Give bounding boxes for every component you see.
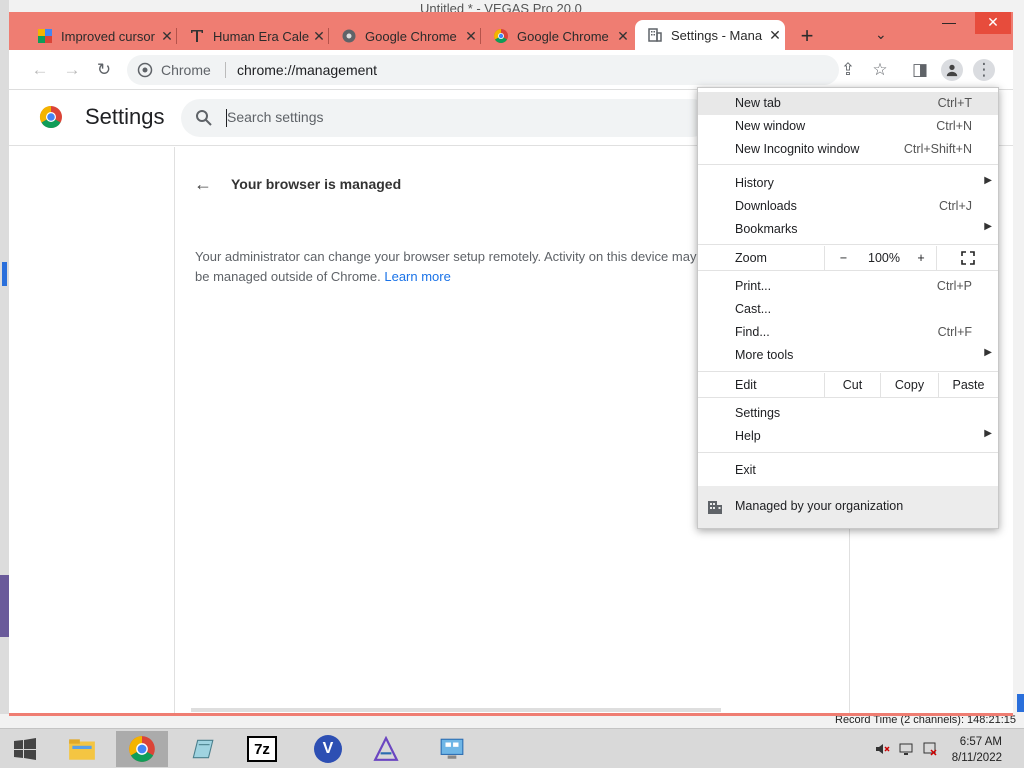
menu-item-more-tools[interactable]: More tools ▶ bbox=[698, 344, 998, 367]
chrome-app-menu: New tab Ctrl+T New window Ctrl+N New Incog… bbox=[697, 87, 999, 529]
managed-heading: Your browser is managed bbox=[231, 176, 402, 192]
submenu-arrow-icon: ▶ bbox=[984, 428, 992, 439]
network-icon[interactable] bbox=[898, 741, 914, 757]
font-app-icon[interactable] bbox=[360, 731, 412, 767]
building-icon bbox=[708, 501, 722, 514]
zoom-row: Zoom − 100% + bbox=[698, 246, 998, 270]
chrome-site-icon bbox=[137, 62, 153, 78]
text-t-icon bbox=[191, 30, 203, 42]
back-arrow-icon[interactable]: ← bbox=[194, 174, 212, 195]
background-window-left-edge bbox=[0, 0, 9, 728]
menu-item-settings[interactable]: Settings bbox=[698, 402, 998, 425]
search-icon bbox=[196, 110, 212, 126]
submenu-arrow-icon: ▶ bbox=[984, 221, 992, 232]
horizontal-scrollbar[interactable] bbox=[191, 708, 721, 712]
zoom-level: 100% bbox=[868, 251, 900, 265]
control-panel-icon[interactable] bbox=[426, 731, 478, 767]
bookmark-star-icon[interactable]: ☆ bbox=[869, 59, 891, 81]
close-icon[interactable]: ✕ bbox=[157, 28, 177, 45]
background-window-right-edge bbox=[1013, 14, 1024, 728]
menu-item-new-tab[interactable]: New tab Ctrl+T bbox=[698, 92, 998, 115]
close-icon[interactable]: ✕ bbox=[765, 27, 785, 44]
edit-label: Edit bbox=[735, 378, 757, 392]
menu-item-bookmarks[interactable]: Bookmarks ▶ bbox=[698, 218, 998, 241]
page-title: Settings bbox=[85, 104, 165, 129]
tab-label: Human Era Cale bbox=[213, 28, 309, 44]
back-icon[interactable]: ← bbox=[29, 59, 51, 81]
close-icon[interactable]: ✕ bbox=[613, 28, 633, 45]
zoom-in-button[interactable]: + bbox=[906, 246, 936, 270]
menu-item-history[interactable]: History ▶ bbox=[698, 172, 998, 195]
tab-label: Google Chrome bbox=[517, 28, 609, 44]
7zip-icon[interactable]: 7z bbox=[236, 731, 288, 767]
volume-muted-icon[interactable] bbox=[874, 741, 890, 757]
file-explorer-icon[interactable] bbox=[56, 731, 108, 767]
minimize-icon bbox=[931, 12, 967, 34]
menu-item-new-incognito-window[interactable]: New Incognito window Ctrl+Shift+N bbox=[698, 138, 998, 161]
paste-button[interactable]: Paste bbox=[938, 373, 998, 397]
submenu-arrow-icon: ▶ bbox=[984, 347, 992, 358]
search-input[interactable]: Search settings bbox=[227, 109, 324, 125]
windows-logo-icon bbox=[14, 738, 36, 760]
tab-label: Improved cursor bbox=[61, 28, 155, 44]
tab-search-chevron-icon[interactable]: ⌄ bbox=[875, 26, 887, 43]
windows-taskbar: 7z V 6:57 AM 8/11/2022 bbox=[0, 728, 1024, 768]
menu-item-help[interactable]: Help ▶ bbox=[698, 425, 998, 448]
side-panel-icon[interactable]: ◨ bbox=[909, 59, 931, 81]
edit-row: Edit Cut Copy Paste bbox=[698, 373, 998, 397]
system-clock[interactable]: 6:57 AM 8/11/2022 bbox=[952, 734, 1002, 766]
search-settings-field[interactable]: Search settings bbox=[181, 99, 711, 137]
menu-item-print[interactable]: Print... Ctrl+P bbox=[698, 275, 998, 298]
menu-item-exit[interactable]: Exit bbox=[698, 459, 998, 482]
share-icon[interactable]: ⇪ bbox=[837, 59, 859, 81]
notepad-icon[interactable] bbox=[176, 731, 228, 767]
start-button[interactable] bbox=[0, 731, 50, 767]
learn-more-link[interactable]: Learn more bbox=[384, 269, 450, 284]
cut-button[interactable]: Cut bbox=[824, 373, 880, 397]
submenu-arrow-icon: ▶ bbox=[984, 175, 992, 186]
tab-settings-management[interactable]: Settings - Mana ✕ bbox=[635, 20, 785, 50]
building-icon bbox=[648, 28, 662, 42]
clock-time: 6:57 AM bbox=[959, 736, 1002, 748]
chrome-icon bbox=[494, 29, 508, 43]
vegas-icon[interactable]: V bbox=[302, 731, 354, 767]
clock-date: 8/11/2022 bbox=[951, 752, 1002, 764]
menu-item-cast[interactable]: Cast... bbox=[698, 298, 998, 321]
menu-item-find[interactable]: Find... Ctrl+F bbox=[698, 321, 998, 344]
menu-item-new-window[interactable]: New window Ctrl+N bbox=[698, 115, 998, 138]
zoom-label: Zoom bbox=[735, 251, 767, 265]
profile-avatar-icon[interactable] bbox=[941, 59, 963, 81]
globe-icon bbox=[342, 29, 356, 43]
fullscreen-icon[interactable] bbox=[936, 246, 998, 270]
omnibox-site-chip: Chrome bbox=[161, 62, 211, 78]
docs-icon bbox=[38, 29, 52, 43]
kebab-menu-icon[interactable]: ⋮ bbox=[973, 59, 995, 81]
menu-item-downloads[interactable]: Downloads Ctrl+J bbox=[698, 195, 998, 218]
reload-icon[interactable]: ↻ bbox=[93, 59, 115, 81]
tab-human-era-calendar[interactable]: Human Era Cale ✕ bbox=[177, 22, 329, 50]
forward-icon[interactable]: → bbox=[61, 59, 83, 81]
close-icon[interactable]: ✕ bbox=[309, 28, 329, 45]
menu-item-managed-by-organization[interactable]: Managed by your organization bbox=[698, 486, 998, 528]
managed-description: Your administrator can change your brows… bbox=[195, 249, 697, 284]
tab-google-chrome-1[interactable]: Google Chrome ✕ bbox=[329, 22, 481, 50]
close-icon[interactable]: ✕ bbox=[461, 28, 481, 45]
close-window-button[interactable]: ✕ bbox=[975, 12, 1011, 34]
security-alert-icon[interactable] bbox=[922, 741, 938, 757]
zoom-out-button[interactable]: − bbox=[824, 246, 862, 270]
tab-improved-cursor[interactable]: Improved cursor ✕ bbox=[25, 22, 177, 50]
new-tab-button[interactable]: + bbox=[795, 24, 819, 48]
tab-strip: Improved cursor ✕ Human Era Cale ✕ Googl… bbox=[9, 12, 1013, 50]
copy-button[interactable]: Copy bbox=[880, 373, 938, 397]
browser-toolbar: ← → ↻ Chrome chrome://management ⇪ ☆ ◨ ⋮ bbox=[9, 50, 1013, 90]
chrome-taskbar-icon[interactable] bbox=[116, 731, 168, 767]
omnibox[interactable]: Chrome chrome://management bbox=[127, 55, 839, 85]
tab-label: Settings - Mana bbox=[671, 27, 763, 43]
tab-label: Google Chrome bbox=[365, 28, 457, 44]
tab-google-chrome-2[interactable]: Google Chrome ✕ bbox=[481, 22, 633, 50]
omnibox-url[interactable]: chrome://management bbox=[237, 62, 377, 78]
chrome-logo-icon bbox=[39, 106, 62, 129]
